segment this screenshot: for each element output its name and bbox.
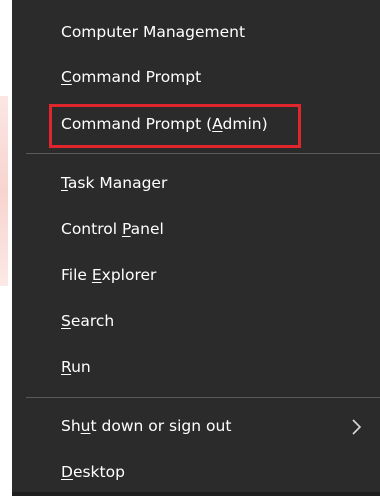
menu-bottom-edge (12, 492, 380, 496)
menu-separator (26, 153, 380, 154)
menu-item-label: Run (61, 358, 91, 376)
background-accent (0, 96, 8, 286)
menu-item-label: Desktop (61, 463, 125, 481)
menu-item-file-explorer[interactable]: File Explorer (12, 253, 380, 297)
highlight-box (49, 104, 301, 148)
menu-item-label: Search (61, 312, 115, 330)
menu-item-label: Shut down or sign out (61, 417, 232, 435)
menu-separator (26, 397, 380, 398)
menu-item-computer-management[interactable]: Computer Management (12, 10, 380, 54)
menu-item-shut-down-or-sign-out[interactable]: Shut down or sign out (12, 404, 380, 448)
menu-item-desktop[interactable]: Desktop (12, 450, 380, 494)
menu-item-label: File Explorer (61, 266, 157, 284)
menu-item-command-prompt[interactable]: Command Prompt (12, 55, 380, 99)
menu-item-task-manager[interactable]: Task Manager (12, 161, 380, 205)
menu-item-label: Command Prompt (61, 68, 202, 86)
power-user-menu: Computer Management Command Prompt Comma… (12, 0, 380, 496)
menu-item-run[interactable]: Run (12, 345, 380, 389)
menu-item-control-panel[interactable]: Control Panel (12, 207, 380, 251)
menu-item-search[interactable]: Search (12, 299, 380, 343)
background-edge (0, 0, 12, 496)
menu-item-label: Control Panel (61, 220, 164, 238)
chevron-right-icon (352, 404, 366, 448)
menu-item-label: Computer Management (61, 23, 246, 41)
menu-item-label: Task Manager (61, 174, 168, 192)
